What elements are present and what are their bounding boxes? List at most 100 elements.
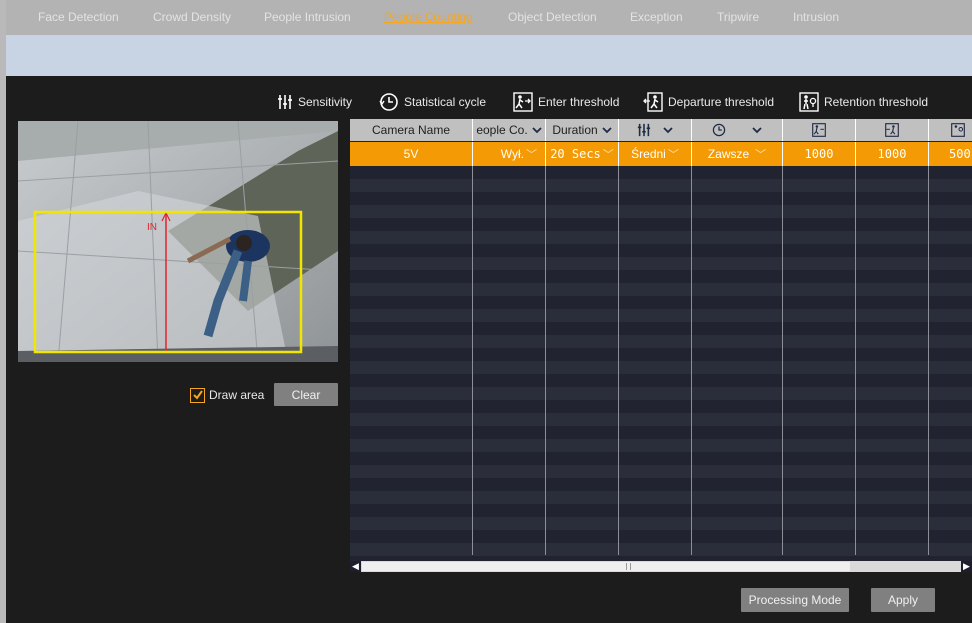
scroll-right-icon[interactable]: ▶ — [961, 561, 972, 572]
scroll-left-icon[interactable]: ◀ — [350, 561, 361, 572]
tab-people-intrusion[interactable]: People Intrusion — [264, 10, 351, 28]
cell-departure-threshold[interactable]: 1000 — [856, 142, 929, 166]
checkmark-icon — [192, 390, 203, 400]
cell-duration-value: 20 Secs — [550, 147, 601, 161]
header-retention-threshold — [929, 119, 972, 141]
header-camera-name: Camera Name — [350, 119, 473, 141]
app-window: Face Detection Crowd Density People Intr… — [0, 0, 972, 623]
tab-intrusion[interactable]: Intrusion — [793, 10, 839, 28]
camera-frame-image: IN — [18, 121, 338, 362]
chevron-down-icon: ﹀ — [602, 148, 614, 161]
scrollbar-thumb[interactable] — [362, 562, 850, 571]
sliders-icon — [637, 123, 651, 137]
tab-bar: Face Detection Crowd Density People Intr… — [6, 0, 972, 35]
chevron-down-icon: ﹀ — [755, 149, 767, 161]
header-people-counting[interactable]: eople Co. — [473, 119, 546, 141]
empty-row-stripe — [350, 179, 972, 192]
cell-people-counting-value: Wył. — [500, 147, 524, 161]
legend-enter-threshold: Enter threshold — [513, 92, 619, 112]
empty-row-stripe — [350, 231, 972, 244]
draw-area-checkbox[interactable] — [190, 387, 205, 403]
tab-crowd-density[interactable]: Crowd Density — [153, 10, 231, 28]
legend-statistical-cycle: Statistical cycle — [379, 92, 486, 112]
main-panel: Sensitivity Statistical cycle Enter thre… — [6, 76, 972, 623]
camera-settings-table: Camera Name eople Co. Duration 5V Wył. ﹀… — [350, 119, 972, 572]
table-header: Camera Name eople Co. Duration — [350, 119, 972, 141]
header-duration[interactable]: Duration — [546, 119, 619, 141]
chevron-down-icon: ﹀ — [667, 149, 679, 161]
clock-cycle-icon — [379, 93, 398, 111]
empty-row-stripe — [350, 439, 972, 452]
tab-exception[interactable]: Exception — [630, 10, 683, 28]
column-divider — [472, 166, 473, 555]
retention-icon — [799, 92, 819, 112]
draw-area-label: Draw area — [209, 388, 265, 402]
empty-row-stripe — [350, 491, 972, 504]
header-statistical-cycle[interactable] — [692, 119, 783, 141]
chevron-down-icon — [663, 127, 673, 134]
direction-label: IN — [147, 222, 157, 233]
cell-people-counting-select[interactable]: Wył. ﹀ — [473, 142, 546, 166]
table-row[interactable]: 5V Wył. ﹀ 20 Secs ﹀ Średni ﹀ Zawsze ﹀ 1000 1… — [350, 142, 972, 166]
clear-button[interactable]: Clear — [274, 383, 338, 406]
empty-row-stripe — [350, 283, 972, 296]
cell-sensitivity-select[interactable]: Średni ﹀ — [619, 142, 692, 166]
retention-icon — [951, 123, 965, 137]
tab-people-counting[interactable]: People Counting — [384, 10, 473, 28]
column-divider — [928, 166, 929, 555]
chevron-down-icon — [752, 127, 762, 134]
header-departure-threshold — [856, 119, 929, 141]
empty-row-stripe — [350, 387, 972, 400]
cell-statistical-cycle-value: Zawsze — [707, 147, 750, 161]
header-sensitivity[interactable] — [619, 119, 692, 141]
cell-retention-threshold[interactable]: 500 — [929, 142, 972, 166]
legend-departure-threshold-label: Departure threshold — [668, 95, 775, 109]
empty-row-stripe — [350, 413, 972, 426]
empty-row-stripe — [350, 309, 972, 322]
cell-sensitivity-value: Średni — [631, 147, 666, 161]
tab-face-detection[interactable]: Face Detection — [38, 10, 119, 28]
empty-row-stripe — [350, 465, 972, 478]
horizontal-scrollbar[interactable]: ◀ ▶ — [350, 561, 972, 572]
apply-button[interactable]: Apply — [871, 588, 935, 612]
cell-enter-threshold[interactable]: 1000 — [783, 142, 856, 166]
column-divider — [545, 166, 546, 555]
legend-enter-threshold-label: Enter threshold — [538, 95, 620, 109]
header-duration-label: Duration — [552, 123, 598, 137]
empty-row-stripe — [350, 361, 972, 374]
cell-duration-select[interactable]: 20 Secs ﹀ — [546, 142, 619, 166]
cell-camera-name: 5V — [350, 142, 473, 166]
column-divider — [691, 166, 692, 555]
empty-row-stripe — [350, 257, 972, 270]
info-band — [6, 35, 972, 76]
legend-sensitivity-label: Sensitivity — [298, 95, 353, 109]
legend-retention-threshold-label: Retention threshold — [824, 95, 929, 109]
chevron-down-icon — [602, 127, 612, 134]
sliders-icon — [278, 95, 292, 109]
tab-tripwire[interactable]: Tripwire — [717, 10, 759, 28]
legend-sensitivity: Sensitivity — [277, 92, 352, 112]
enter-door-icon — [812, 123, 826, 137]
header-camera-name-label: Camera Name — [371, 123, 451, 137]
legend-departure-threshold: Departure threshold — [643, 92, 774, 112]
draw-area-toggle[interactable]: Draw area — [190, 383, 264, 407]
scrollbar-grip — [626, 563, 631, 570]
tab-object-detection[interactable]: Object Detection — [508, 10, 597, 28]
legend-retention-threshold: Retention threshold — [799, 92, 928, 112]
column-divider — [618, 166, 619, 555]
header-people-counting-label: eople Co. — [476, 123, 528, 137]
column-divider — [782, 166, 783, 555]
camera-preview[interactable]: IN — [18, 121, 338, 362]
cell-statistical-cycle-select[interactable]: Zawsze ﹀ — [692, 142, 783, 166]
exit-door-icon — [643, 92, 663, 112]
chevron-down-icon: ﹀ — [526, 149, 537, 161]
empty-row-stripe — [350, 517, 972, 530]
processing-mode-button[interactable]: Processing Mode — [741, 588, 849, 612]
legend-statistical-cycle-label: Statistical cycle — [404, 95, 487, 109]
chevron-down-icon — [532, 127, 542, 134]
header-enter-threshold — [783, 119, 856, 141]
clock-cycle-icon — [712, 123, 726, 137]
enter-door-icon — [513, 92, 533, 112]
empty-row-stripe — [350, 543, 972, 556]
exit-door-icon — [885, 123, 899, 137]
